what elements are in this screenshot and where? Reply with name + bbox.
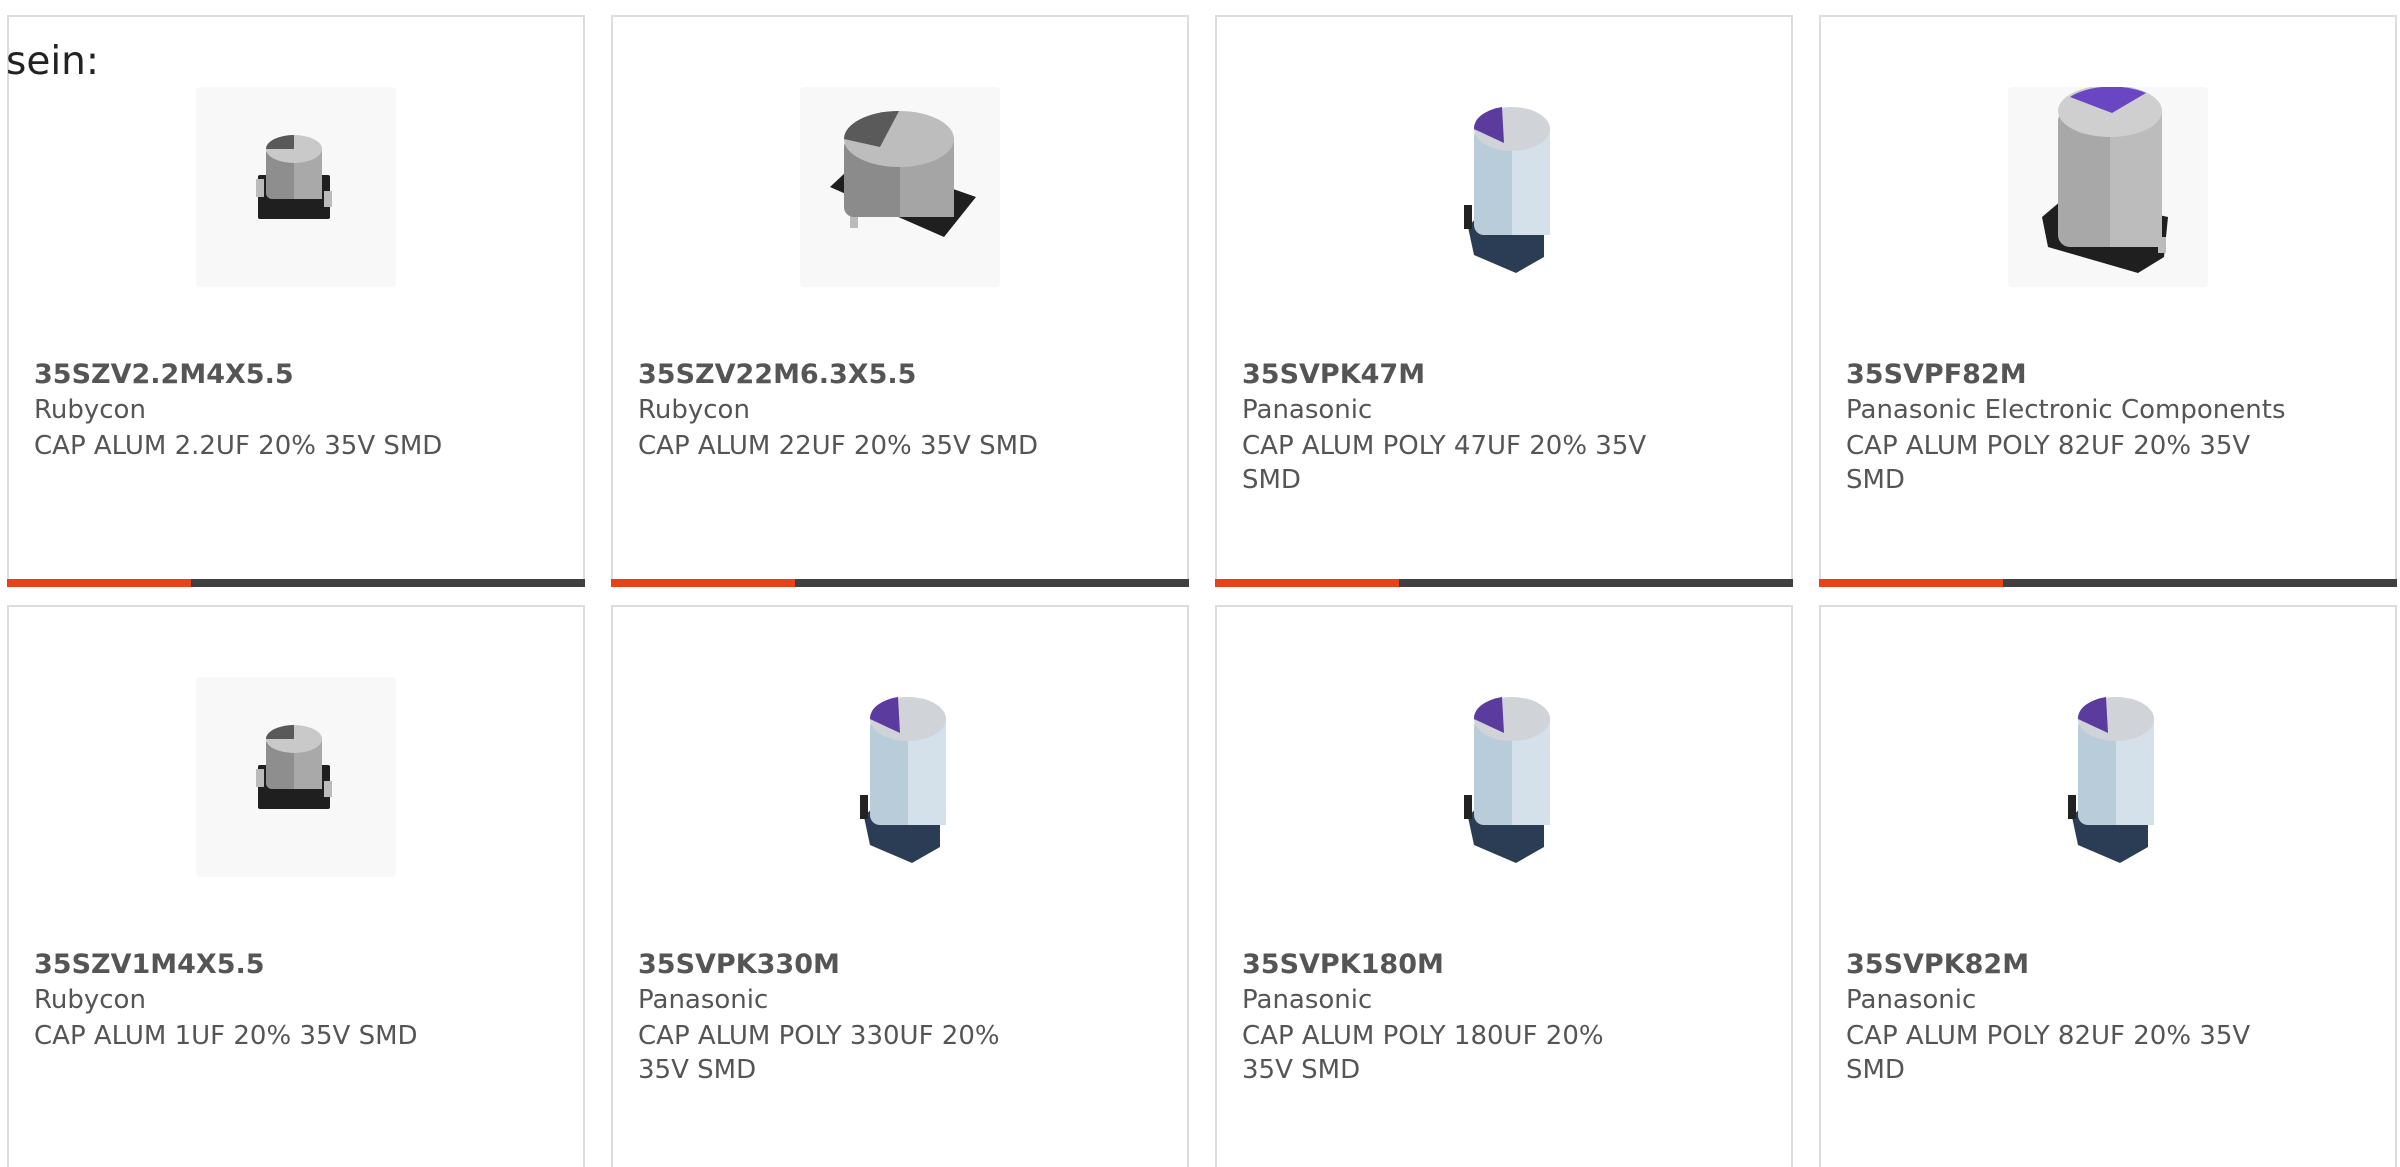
product-card[interactable]: 35SVPK82M Panasonic CAP ALUM POLY 82UF 2… — [1819, 605, 2397, 1167]
product-card[interactable]: 35SZV22M6.3X5.5 Rubycon CAP ALUM 22UF 20… — [611, 15, 1189, 587]
capacitor-image[interactable] — [196, 87, 396, 287]
page: sein: 35SZV2.2M4X5.5 Rubycon CAP ALUM 2.… — [0, 0, 2400, 1167]
product-card[interactable]: 35SVPK180M Panasonic CAP ALUM POLY 180UF… — [1215, 605, 1793, 1167]
capacitor-image[interactable] — [1404, 87, 1604, 287]
capacitor-image[interactable] — [800, 677, 1000, 877]
manufacturer: Panasonic Electronic Components — [1846, 395, 2286, 425]
description: CAP ALUM POLY 330UF 20% 35V SMD — [638, 1021, 1000, 1085]
description: CAP ALUM POLY 82UF 20% 35V SMD — [1846, 431, 2251, 495]
product-card[interactable]: 35SVPK47M Panasonic CAP ALUM POLY 47UF 2… — [1215, 15, 1793, 587]
part-number[interactable]: 35SZV1M4X5.5 — [34, 949, 265, 980]
lead-text: sein: — [6, 39, 100, 84]
card-footer-bar — [1215, 579, 1793, 587]
product-grid: 35SZV2.2M4X5.5 Rubycon CAP ALUM 2.2UF 20… — [7, 15, 2400, 1167]
manufacturer: Panasonic — [1846, 985, 1977, 1015]
card-footer-bar — [1819, 579, 2397, 587]
part-number[interactable]: 35SVPK180M — [1242, 949, 1444, 980]
capacitor-image[interactable] — [800, 87, 1000, 287]
card-footer-accent — [611, 579, 795, 587]
description: CAP ALUM 2.2UF 20% 35V SMD — [34, 431, 443, 461]
part-number[interactable]: 35SVPK82M — [1846, 949, 2029, 980]
manufacturer: Rubycon — [34, 395, 146, 425]
card-footer-accent — [7, 579, 191, 587]
manufacturer: Panasonic — [638, 985, 769, 1015]
product-card[interactable]: 35SVPK330M Panasonic CAP ALUM POLY 330UF… — [611, 605, 1189, 1167]
description: CAP ALUM POLY 180UF 20% 35V SMD — [1242, 1021, 1604, 1085]
capacitor-image[interactable] — [2008, 677, 2208, 877]
description: CAP ALUM 1UF 20% 35V SMD — [34, 1021, 418, 1051]
capacitor-image[interactable] — [2008, 87, 2208, 287]
card-footer-bar — [7, 579, 585, 587]
card-footer-accent — [1819, 579, 2003, 587]
capacitor-image[interactable] — [1404, 677, 1604, 877]
card-footer-accent — [1215, 579, 1399, 587]
manufacturer: Rubycon — [638, 395, 750, 425]
part-number[interactable]: 35SZV2.2M4X5.5 — [34, 359, 294, 390]
product-card[interactable]: 35SVPF82M Panasonic Electronic Component… — [1819, 15, 2397, 587]
part-number[interactable]: 35SVPK330M — [638, 949, 840, 980]
manufacturer: Panasonic — [1242, 985, 1373, 1015]
description: CAP ALUM 22UF 20% 35V SMD — [638, 431, 1039, 461]
part-number[interactable]: 35SZV22M6.3X5.5 — [638, 359, 916, 390]
capacitor-image[interactable] — [196, 677, 396, 877]
card-footer-bar — [611, 579, 1189, 587]
description: CAP ALUM POLY 47UF 20% 35V SMD — [1242, 431, 1647, 495]
description: CAP ALUM POLY 82UF 20% 35V SMD — [1846, 1021, 2251, 1085]
part-number[interactable]: 35SVPK47M — [1242, 359, 1425, 390]
product-card[interactable]: 35SZV1M4X5.5 Rubycon CAP ALUM 1UF 20% 35… — [7, 605, 585, 1167]
product-card[interactable]: 35SZV2.2M4X5.5 Rubycon CAP ALUM 2.2UF 20… — [7, 15, 585, 587]
manufacturer: Panasonic — [1242, 395, 1373, 425]
part-number[interactable]: 35SVPF82M — [1846, 359, 2027, 390]
manufacturer: Rubycon — [34, 985, 146, 1015]
